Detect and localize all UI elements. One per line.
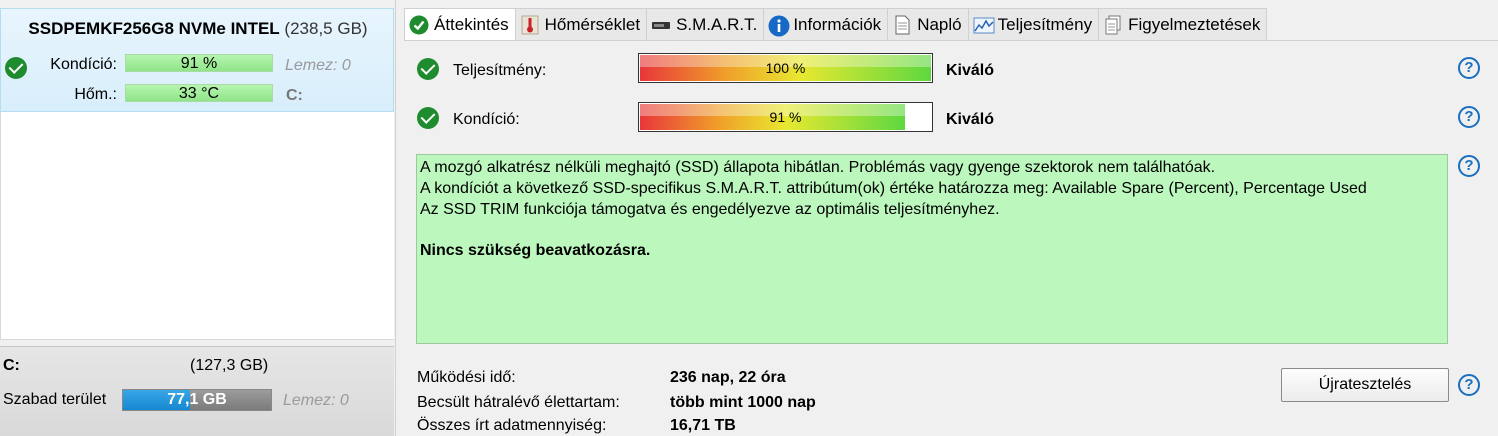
help-icon[interactable]: ? xyxy=(1458,57,1480,79)
tab-performance[interactable]: Teljesítmény xyxy=(967,8,1100,40)
tab-overview[interactable]: Áttekintés xyxy=(404,8,516,41)
disk-temp-label: Hőm.: xyxy=(74,86,117,103)
written-label: Összes írt adatmennyiség: xyxy=(417,417,607,434)
tab-label: Napló xyxy=(917,14,962,34)
tab-information[interactable]: Információk xyxy=(763,8,889,40)
written-value: 16,71 TB xyxy=(670,417,736,434)
info-line: A mozgó alkatrész nélküli meghajtó (SSD)… xyxy=(420,159,1216,176)
pages-icon xyxy=(1103,15,1123,35)
health-bar: 91 % xyxy=(638,102,933,132)
thermometer-icon xyxy=(520,15,540,35)
performance-verdict: Kiváló xyxy=(946,62,995,79)
health-ok-icon xyxy=(417,107,439,129)
health-verdict: Kiváló xyxy=(946,111,995,128)
volume-size: (127,3 GB) xyxy=(190,357,269,374)
volume-card[interactable]: C: (127,3 GB) Szabad terület 77,1 GB Lem… xyxy=(0,346,394,436)
tab-log[interactable]: Napló xyxy=(887,8,969,40)
help-icon[interactable]: ? xyxy=(1458,374,1480,396)
document-icon xyxy=(892,15,912,35)
tab-label: Teljesítmény xyxy=(997,14,1093,34)
disk-title: SSDPEMKF256G8 NVMe INTEL (238,5 GB) xyxy=(1,19,395,39)
disk-temp-bar: 33 °C xyxy=(125,84,273,102)
tab-bar: Áttekintés Hőmérséklet S.M.A.R.T. Inform… xyxy=(404,8,1268,41)
uptime-label: Működési idő: xyxy=(417,369,516,386)
disk-list-panel: SSDPEMKF256G8 NVMe INTEL (238,5 GB) Kond… xyxy=(0,0,396,436)
performance-label: Teljesítmény: xyxy=(453,62,547,79)
tab-label: Áttekintés xyxy=(434,15,509,34)
info-conclusion: Nincs szükség beavatkozásra. xyxy=(420,242,651,259)
disk-volume-letter: C: xyxy=(286,87,303,104)
chart-icon xyxy=(973,15,995,35)
lifetime-label: Becsült hátralévő élettartam: xyxy=(417,394,620,411)
performance-bar: 100 % xyxy=(638,53,933,83)
health-ok-icon xyxy=(5,57,27,79)
health-value: 91 % xyxy=(769,109,802,125)
drive-icon xyxy=(651,15,671,35)
volume-disk-ref: Lemez: 0 xyxy=(283,392,349,409)
tab-warnings[interactable]: Figyelmeztetések xyxy=(1098,8,1268,40)
disk-model: SSDPEMKF256G8 NVMe INTEL xyxy=(28,19,280,38)
tab-label: S.M.A.R.T. xyxy=(676,14,758,34)
disk-index: Lemez: 0 xyxy=(285,57,351,74)
performance-ok-icon xyxy=(417,58,439,80)
lifetime-value: több mint 1000 nap xyxy=(670,394,816,411)
free-space-bar: 77,1 GB xyxy=(122,389,272,411)
check-icon xyxy=(409,15,429,35)
info-line: A kondíciót a következő SSD-specifikus S… xyxy=(420,180,1367,197)
info-line: Az SSD TRIM funkciója támogatva és enged… xyxy=(420,201,1000,218)
status-description-box: A mozgó alkatrész nélküli meghajtó (SSD)… xyxy=(416,154,1448,344)
retest-button[interactable]: Újratesztelés xyxy=(1281,368,1449,402)
tab-smart[interactable]: S.M.A.R.T. xyxy=(646,8,765,40)
disk-card[interactable]: SSDPEMKF256G8 NVMe INTEL (238,5 GB) Kond… xyxy=(0,8,394,112)
tab-label: Figyelmeztetések xyxy=(1128,14,1261,34)
tab-label: Információk xyxy=(793,14,882,34)
volume-name: C: xyxy=(3,357,20,374)
uptime-value: 236 nap, 22 óra xyxy=(670,369,786,386)
free-space-label: Szabad terület xyxy=(3,391,107,408)
free-space-value: 77,1 GB xyxy=(167,391,227,408)
health-label: Kondíció: xyxy=(453,111,520,128)
help-icon[interactable]: ? xyxy=(1458,106,1480,128)
disk-size: (238,5 GB) xyxy=(284,19,368,38)
help-icon[interactable]: ? xyxy=(1458,155,1480,177)
disk-health-label: Kondíció: xyxy=(50,56,117,73)
disk-list-empty-area xyxy=(0,112,394,340)
tab-temperature[interactable]: Hőmérséklet xyxy=(514,8,648,40)
performance-value: 100 % xyxy=(765,60,806,76)
disk-health-bar: 91 % xyxy=(125,54,273,72)
tab-label: Hőmérséklet xyxy=(544,14,641,34)
info-icon xyxy=(768,15,790,36)
